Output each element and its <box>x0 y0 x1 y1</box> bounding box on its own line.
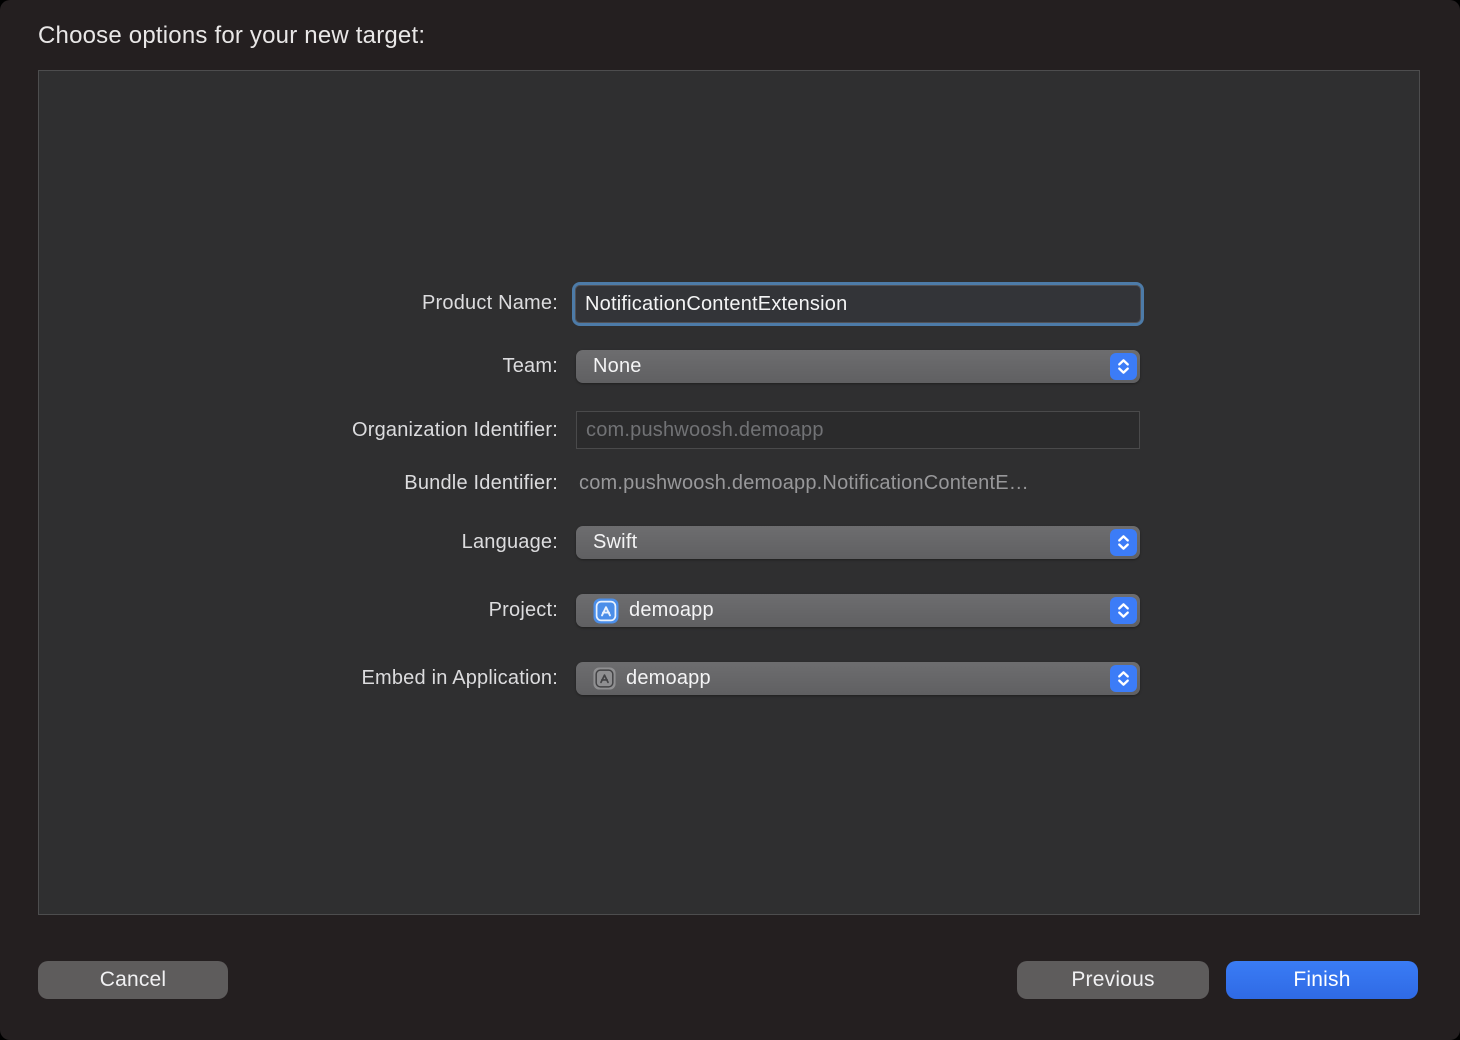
bundle-identifier-label: Bundle Identifier: <box>39 472 558 495</box>
organization-identifier-input[interactable]: com.pushwoosh.demoapp <box>576 411 1140 449</box>
app-target-icon <box>593 598 619 624</box>
dialog-title: Choose options for your new target: <box>38 22 425 50</box>
options-panel: Product Name: NotificationContentExtensi… <box>38 70 1420 915</box>
embed-in-application-popup[interactable]: demoapp <box>576 662 1140 695</box>
team-label: Team: <box>39 355 558 378</box>
organization-identifier-label: Organization Identifier: <box>39 419 558 442</box>
app-target-icon-gray <box>593 667 616 690</box>
embed-in-application-label: Embed in Application: <box>39 667 558 690</box>
organization-identifier-value: com.pushwoosh.demoapp <box>586 419 824 442</box>
bundle-identifier-value: com.pushwoosh.demoapp.NotificationConten… <box>579 472 1029 495</box>
chevron-up-down-icon <box>1110 353 1137 380</box>
product-name-value: NotificationContentExtension <box>585 293 847 316</box>
chevron-up-down-icon <box>1110 665 1137 692</box>
product-name-input[interactable]: NotificationContentExtension <box>572 282 1144 326</box>
team-popup[interactable]: None <box>576 350 1140 383</box>
language-label: Language: <box>39 531 558 554</box>
new-target-options-dialog: Choose options for your new target: Prod… <box>0 0 1460 1040</box>
project-label: Project: <box>39 599 558 622</box>
previous-button[interactable]: Previous <box>1017 961 1209 999</box>
product-name-label: Product Name: <box>39 292 558 315</box>
embed-in-application-value: demoapp <box>626 667 711 690</box>
project-value: demoapp <box>629 599 714 622</box>
language-popup[interactable]: Swift <box>576 526 1140 559</box>
team-value: None <box>593 355 642 378</box>
chevron-up-down-icon <box>1110 597 1137 624</box>
finish-button[interactable]: Finish <box>1226 961 1418 999</box>
language-value: Swift <box>593 531 637 554</box>
project-popup[interactable]: demoapp <box>576 594 1140 627</box>
cancel-button[interactable]: Cancel <box>38 961 228 999</box>
chevron-up-down-icon <box>1110 529 1137 556</box>
